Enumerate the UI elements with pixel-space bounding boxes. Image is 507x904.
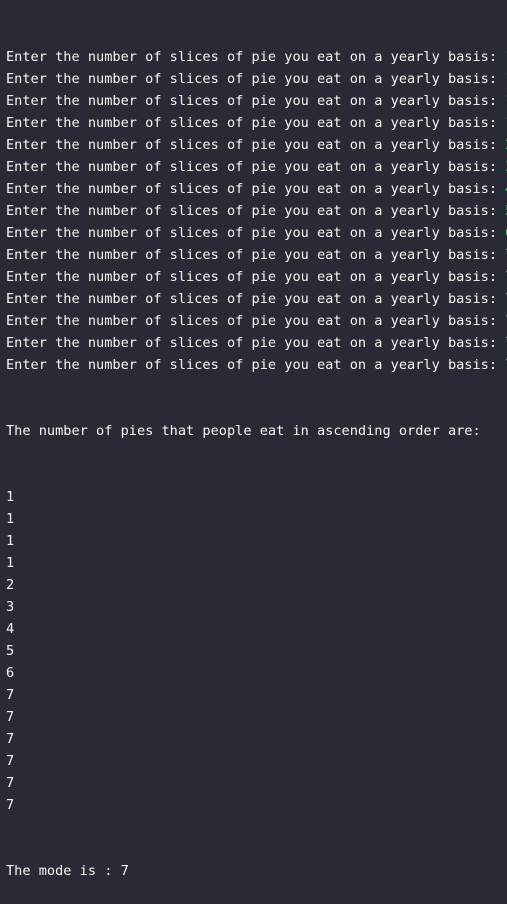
sorted-value: 1	[6, 489, 15, 505]
prompt-line: Enter the number of slices of pie you ea…	[6, 266, 507, 288]
sorted-value: 3	[6, 599, 15, 615]
prompt-text: Enter the number of slices of pie you ea…	[6, 357, 506, 373]
prompt-text: Enter the number of slices of pie you ea…	[6, 137, 506, 153]
sorted-value: 4	[6, 621, 15, 637]
prompt-text: Enter the number of slices of pie you ea…	[6, 203, 506, 219]
sorted-value: 2	[6, 577, 15, 593]
prompt-text: Enter the number of slices of pie you ea…	[6, 225, 506, 241]
prompt-line: Enter the number of slices of pie you ea…	[6, 200, 507, 222]
prompt-line: Enter the number of slices of pie you ea…	[6, 90, 507, 112]
prompt-text: Enter the number of slices of pie you ea…	[6, 115, 506, 131]
sorted-value: 7	[6, 797, 15, 813]
prompt-text: Enter the number of slices of pie you ea…	[6, 49, 506, 65]
prompt-text: Enter the number of slices of pie you ea…	[6, 291, 506, 307]
prompt-text: Enter the number of slices of pie you ea…	[6, 247, 506, 263]
sorted-value: 1	[6, 533, 15, 549]
sorted-value: 1	[6, 511, 15, 527]
sorted-value: 7	[6, 709, 15, 725]
prompt-line: Enter the number of slices of pie you ea…	[6, 156, 507, 178]
sorted-values: 1 1 1 1 2 3 4 5 6 7 7 7 7 7 7	[6, 486, 506, 816]
prompt-text: Enter the number of slices of pie you ea…	[6, 181, 506, 197]
prompt-line: Enter the number of slices of pie you ea…	[6, 222, 507, 244]
mode-result: The mode is : 7	[6, 863, 129, 879]
terminal-output: Enter the number of slices of pie you ea…	[6, 2, 507, 904]
prompt-text: Enter the number of slices of pie you ea…	[6, 335, 506, 351]
prompt-line: Enter the number of slices of pie you ea…	[6, 112, 507, 134]
sorted-value: 7	[6, 753, 15, 769]
prompt-line: Enter the number of slices of pie you ea…	[6, 332, 507, 354]
prompt-line: Enter the number of slices of pie you ea…	[6, 354, 507, 376]
prompt-line: Enter the number of slices of pie you ea…	[6, 134, 507, 156]
prompt-text: Enter the number of slices of pie you ea…	[6, 159, 506, 175]
prompt-lines: Enter the number of slices of pie you ea…	[6, 46, 507, 376]
sorted-value: 7	[6, 687, 15, 703]
prompt-line: Enter the number of slices of pie you ea…	[6, 46, 507, 68]
prompt-text: Enter the number of slices of pie you ea…	[6, 93, 506, 109]
sorted-header: The number of pies that people eat in as…	[6, 423, 481, 439]
sorted-value: 5	[6, 643, 15, 659]
prompt-line: Enter the number of slices of pie you ea…	[6, 178, 507, 200]
prompt-text: Enter the number of slices of pie you ea…	[6, 313, 506, 329]
sorted-value: 6	[6, 665, 15, 681]
prompt-line: Enter the number of slices of pie you ea…	[6, 288, 507, 310]
prompt-line: Enter the number of slices of pie you ea…	[6, 244, 507, 266]
prompt-text: Enter the number of slices of pie you ea…	[6, 71, 506, 87]
prompt-line: Enter the number of slices of pie you ea…	[6, 68, 507, 90]
sorted-value: 7	[6, 775, 15, 791]
prompt-text: Enter the number of slices of pie you ea…	[6, 269, 506, 285]
sorted-value: 7	[6, 731, 15, 747]
prompt-line: Enter the number of slices of pie you ea…	[6, 310, 507, 332]
sorted-value: 1	[6, 555, 15, 571]
